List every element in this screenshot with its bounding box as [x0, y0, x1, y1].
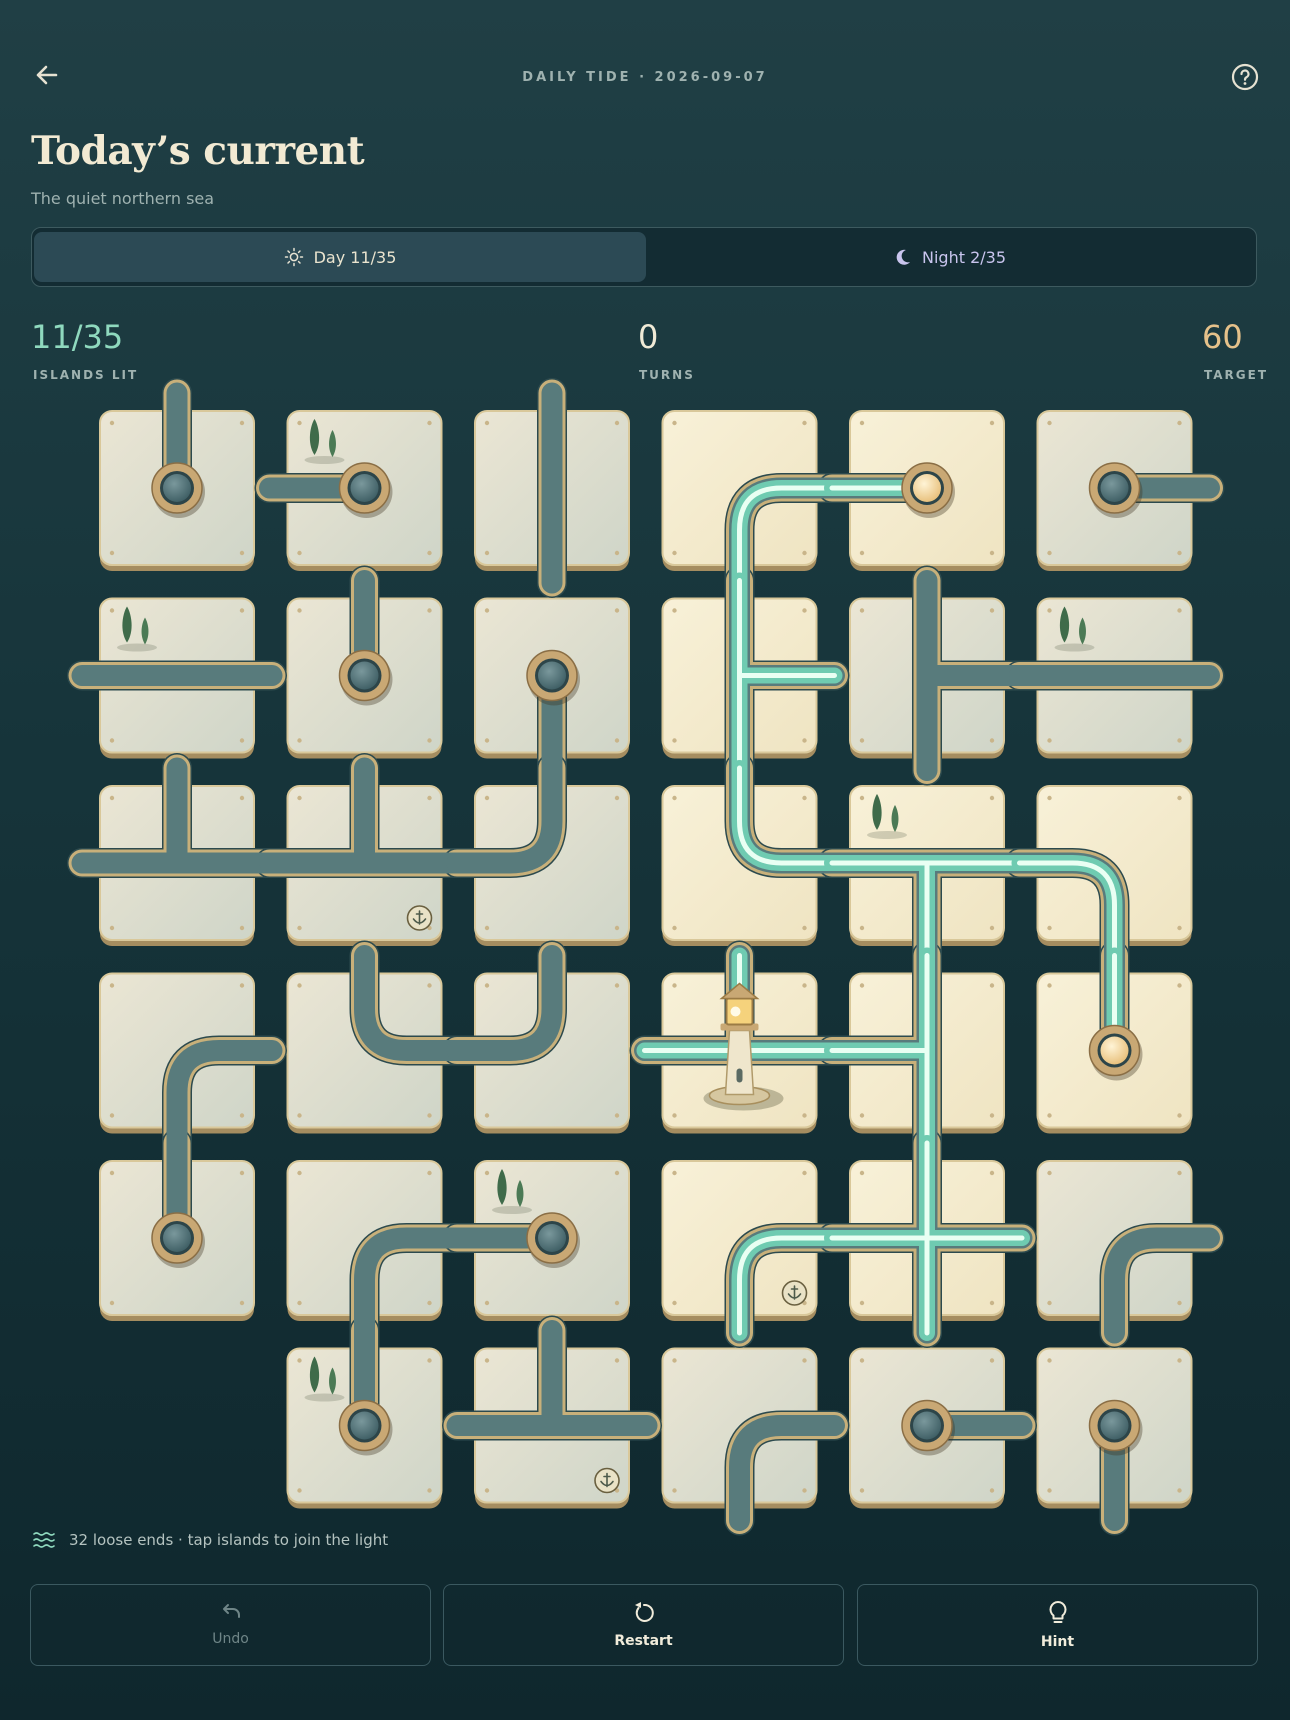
page-title: Today’s current — [31, 128, 365, 174]
undo-button[interactable]: Undo — [30, 1584, 431, 1666]
turns-value: 0 — [638, 318, 659, 356]
question-circle-icon — [1231, 63, 1259, 91]
status-line: 32 loose ends · tap islands to join the … — [33, 1530, 388, 1550]
anchor-icon — [781, 1280, 808, 1306]
restart-button[interactable]: Restart — [443, 1584, 844, 1666]
help-button[interactable] — [1228, 60, 1262, 94]
puzzle-board — [67, 378, 1225, 1536]
day-mode-tab[interactable]: Day 11/35 — [34, 232, 646, 282]
undo-label: Undo — [212, 1631, 249, 1647]
loose-ends-text: 32 loose ends · tap islands to join the … — [69, 1531, 389, 1549]
restart-label: Restart — [614, 1633, 673, 1649]
restart-icon — [634, 1602, 654, 1622]
sun-icon — [284, 247, 303, 267]
waves-icon — [33, 1532, 55, 1548]
islands-lit-value: 11/35 — [31, 318, 124, 356]
night-mode-label: Night 2/35 — [922, 247, 1006, 267]
hint-button[interactable]: Hint — [857, 1584, 1258, 1666]
night-mode-tab[interactable]: Night 2/35 — [646, 232, 1254, 282]
moon-icon — [896, 249, 910, 265]
anchor-icon — [594, 1467, 620, 1494]
mode-toggle: Day 11/35 Night 2/35 — [31, 227, 1257, 287]
anchor-icon — [406, 905, 433, 931]
undo-icon — [222, 1604, 240, 1618]
target-value: 60 — [1202, 318, 1243, 356]
tiles-layer — [99, 410, 1193, 1509]
day-mode-label: Day 11/35 — [313, 247, 397, 267]
lightbulb-icon — [1049, 1601, 1066, 1623]
hint-label: Hint — [1040, 1634, 1075, 1650]
decor-layer — [117, 419, 1143, 1494]
daily-tide-label: DAILY TIDE · 2026-09-07 — [522, 70, 768, 85]
page-subtitle: The quiet northern sea — [31, 189, 215, 208]
